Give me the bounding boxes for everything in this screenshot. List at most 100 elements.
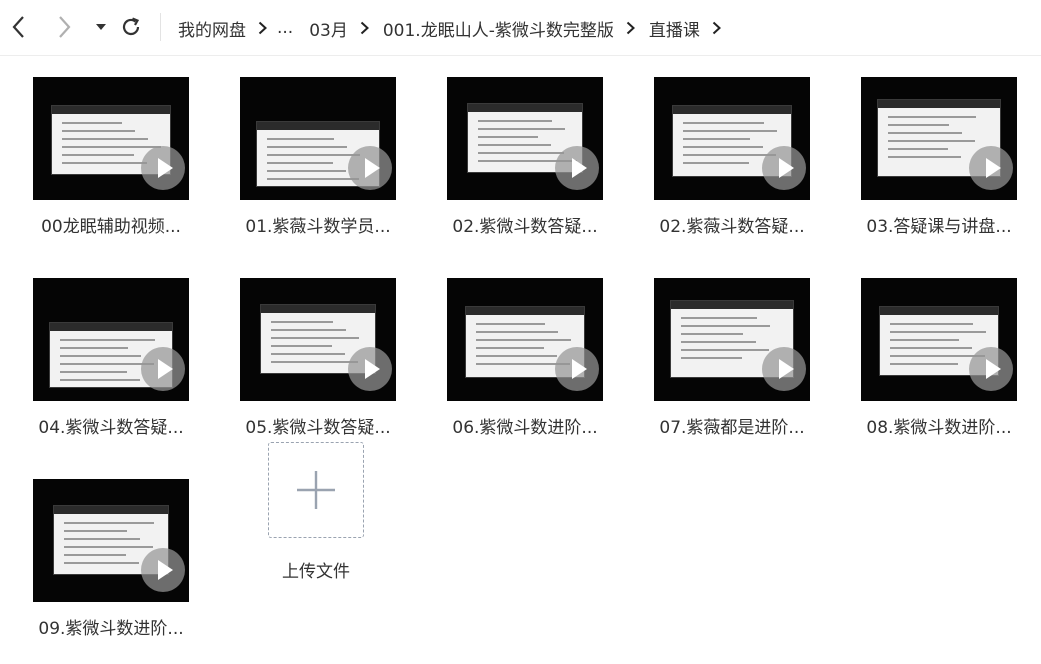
thumbnail-text-line: [888, 156, 961, 158]
thumbnail-text-line: [267, 154, 360, 156]
file-name: 09.紫微斗数进阶...: [38, 619, 184, 639]
refresh-button[interactable]: [120, 12, 142, 42]
play-icon: [141, 146, 185, 190]
breadcrumb-item[interactable]: 03月: [309, 16, 348, 41]
video-file-item[interactable]: 00龙眠辅助视频...: [31, 77, 191, 237]
thumbnail-text-line: [271, 329, 346, 331]
breadcrumb: 我的网盘... 03月 001.龙眠山人-紫微斗数完整版 直播课: [178, 0, 735, 56]
video-file-item[interactable]: 03.答疑课与讲盘...: [859, 77, 1019, 237]
play-icon: [141, 347, 185, 391]
video-thumbnail: [861, 278, 1017, 401]
chevron-right-icon: [360, 21, 369, 35]
file-name: 04.紫微斗数答疑...: [38, 418, 184, 438]
thumbnail-text-line: [267, 138, 334, 140]
thumbnail-text-line: [271, 361, 358, 363]
thumbnail-text-line: [64, 562, 139, 564]
thumbnail-window-bar: [673, 106, 791, 114]
video-file-item[interactable]: 02.紫微斗数答疑...: [445, 77, 605, 237]
thumbnail-text-line: [271, 321, 333, 323]
video-file-item[interactable]: 07.紫薇都是进阶...: [652, 278, 812, 438]
thumbnail-text-line: [476, 339, 571, 341]
breadcrumb-separator: [626, 21, 635, 35]
video-file-item[interactable]: 06.紫微斗数进阶...: [445, 278, 605, 438]
upload-button[interactable]: [268, 442, 364, 538]
thumbnail-text-line: [890, 339, 959, 341]
video-file-item[interactable]: 01.紫薇斗数学员...: [238, 77, 398, 237]
video-file-item[interactable]: 05.紫微斗数答疑...: [238, 278, 398, 438]
forward-button[interactable]: [54, 12, 76, 42]
thumbnail-text-line: [888, 124, 949, 126]
breadcrumb-item[interactable]: 我的网盘: [178, 16, 246, 41]
thumbnail-text-line: [267, 170, 346, 172]
thumbnail-text-line: [888, 132, 962, 134]
file-name: 08.紫微斗数进阶...: [866, 418, 1012, 438]
play-icon: [555, 146, 599, 190]
video-file-item[interactable]: 04.紫微斗数答疑...: [31, 278, 191, 438]
video-file-item[interactable]: 08.紫微斗数进阶...: [859, 278, 1019, 438]
play-icon: [348, 146, 392, 190]
thumbnail-text-line: [267, 178, 359, 180]
chevron-right-icon: [59, 16, 71, 38]
caret-down-icon: [96, 24, 106, 30]
thumbnail-text-line: [683, 146, 763, 148]
thumbnail-window-bar: [466, 307, 584, 315]
video-thumbnail: [240, 278, 396, 401]
thumbnail-text-line: [890, 323, 973, 325]
file-name: 03.答疑课与讲盘...: [866, 217, 1012, 237]
thumbnail-text-line: [888, 140, 975, 142]
breadcrumb-item[interactable]: ...: [277, 18, 293, 38]
thumbnail-text-line: [60, 379, 140, 381]
chevron-right-icon: [712, 21, 721, 35]
back-button[interactable]: [7, 12, 29, 42]
breadcrumb-separator: [258, 21, 267, 35]
thumbnail-text-line: [60, 363, 154, 365]
thumbnail-text-line: [62, 130, 135, 132]
thumbnail-window-bar: [880, 307, 998, 315]
chevron-right-icon: [258, 21, 267, 35]
thumbnail-text-line: [478, 120, 552, 122]
thumbnail-text-line: [478, 128, 565, 130]
thumbnail-text-line: [476, 347, 544, 349]
thumbnail-text-line: [267, 162, 333, 164]
thumbnail-text-line: [64, 546, 153, 548]
file-grid: 00龙眠辅助视频... 01.紫薇斗数学员... 02.紫微斗数答疑... 02.紫薇…: [0, 56, 1041, 664]
file-name: 02.紫薇斗数答疑...: [659, 217, 805, 237]
video-thumbnail: [654, 278, 810, 401]
thumbnail-text-line: [64, 538, 140, 540]
thumbnail-text-line: [890, 363, 958, 365]
thumbnail-window-bar: [54, 506, 168, 514]
breadcrumb-item[interactable]: 001.龙眠山人-紫微斗数完整版: [383, 16, 614, 41]
thumbnail-text-line: [683, 154, 776, 156]
video-thumbnail: [240, 77, 396, 200]
thumbnail-window-bar: [261, 305, 375, 313]
thumbnail-text-line: [60, 339, 155, 341]
thumbnail-text-line: [478, 136, 538, 138]
thumbnail-text-line: [271, 345, 332, 347]
history-dropdown-button[interactable]: [90, 12, 112, 42]
breadcrumb-separator: [360, 21, 369, 35]
play-icon: [969, 146, 1013, 190]
thumbnail-text-line: [476, 323, 545, 325]
video-thumbnail: [654, 77, 810, 200]
thumbnail-text-line: [64, 522, 154, 524]
play-icon: [348, 347, 392, 391]
video-thumbnail: [33, 479, 189, 602]
thumbnail-window-bar: [468, 104, 582, 112]
chevron-right-icon: [626, 21, 635, 35]
breadcrumb-expand[interactable]: [712, 21, 721, 35]
thumbnail-text-line: [62, 138, 148, 140]
thumbnail-text-line: [62, 146, 161, 148]
thumbnail-text-line: [683, 122, 764, 124]
video-file-item[interactable]: 09.紫微斗数进阶...: [31, 479, 191, 639]
thumbnail-window-bar: [878, 100, 1000, 108]
thumbnail-text-line: [476, 331, 558, 333]
thumbnail-text-line: [890, 331, 986, 333]
video-file-item[interactable]: 02.紫薇斗数答疑...: [652, 77, 812, 237]
breadcrumb-item[interactable]: 直播课: [649, 16, 700, 41]
file-name: 00龙眠辅助视频...: [41, 217, 181, 237]
thumbnail-text-line: [681, 317, 757, 319]
plus-icon: [297, 471, 335, 509]
play-icon: [141, 548, 185, 592]
video-thumbnail: [447, 77, 603, 200]
thumbnail-window-bar: [257, 122, 379, 130]
